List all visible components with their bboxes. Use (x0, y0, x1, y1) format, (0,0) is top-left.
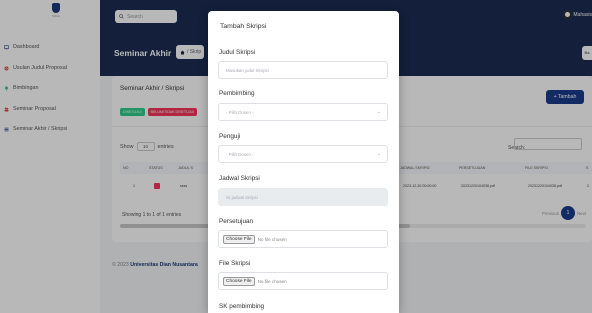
persetujuan-choose-file-button[interactable]: Choose File (223, 234, 255, 244)
pembimbing-label: Pembimbing (219, 90, 255, 97)
file-skripsi-input[interactable]: Choose File No file chosen (218, 272, 388, 290)
add-skripsi-modal: Tambah Skripsi Judul Skripsi Masukan jud… (208, 11, 399, 313)
file-skripsi-label: File Skripsi (219, 260, 251, 267)
persetujuan-label: Persetujuan (219, 218, 254, 225)
chevron-down-icon: ⌄ (376, 109, 381, 115)
persetujuan-file-input[interactable]: Choose File No file chosen (218, 230, 388, 248)
judul-input[interactable]: Masukan judul Skripsi (218, 61, 388, 79)
file-skripsi-status: No file chosen (257, 278, 287, 284)
jadwal-label: Jadwal Skripsi (219, 175, 260, 182)
jadwal-input[interactable]: Isi jadwal skripsi (218, 188, 388, 206)
judul-label: Judul Skripsi (219, 49, 256, 56)
chevron-down-icon: ⌄ (376, 151, 381, 157)
jadwal-placeholder: Isi jadwal skripsi (226, 194, 258, 200)
modal-title: Tambah Skripsi (220, 23, 267, 30)
judul-placeholder: Masukan judul Skripsi (226, 67, 269, 73)
penguji-label: Penguji (219, 133, 241, 140)
pembimbing-value: - Pilih Dosen - (226, 109, 254, 115)
sk-pembimbing-label: SK pembimbing (219, 303, 265, 310)
penguji-select[interactable]: - Pilih Dosen - ⌄ (218, 145, 388, 163)
penguji-value: - Pilih Dosen - (226, 151, 254, 157)
file-skripsi-choose-file-button[interactable]: Choose File (223, 276, 255, 286)
persetujuan-file-status: No file chosen (257, 236, 287, 242)
pembimbing-select[interactable]: - Pilih Dosen - ⌄ (218, 103, 388, 121)
